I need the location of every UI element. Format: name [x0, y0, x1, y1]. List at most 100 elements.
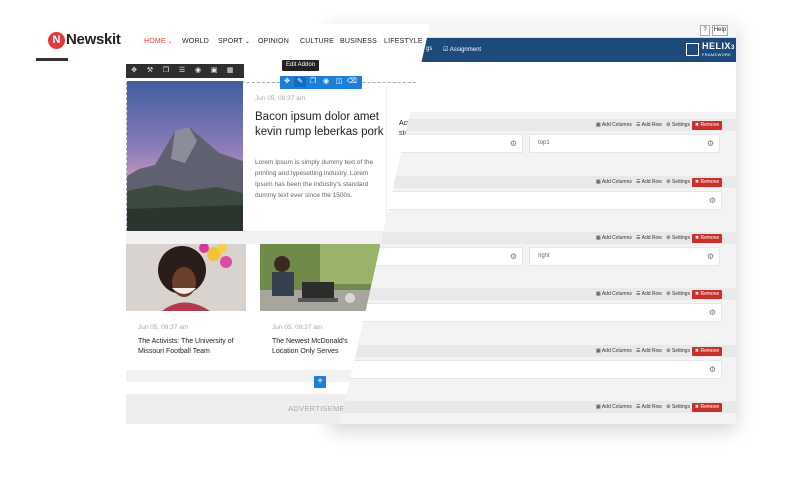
- menu-item-home[interactable]: HOME ⌄: [144, 38, 173, 45]
- layout-column[interactable]: right ⚙: [529, 247, 720, 266]
- chevron-down-icon: ⌄: [243, 39, 251, 45]
- layout-column[interactable]: ⚙: [332, 303, 722, 322]
- layout-icon[interactable]: ◫: [333, 77, 345, 87]
- remove-row-button[interactable]: ✖ Remove: [692, 290, 722, 299]
- settings-button[interactable]: ⚙ Settings: [666, 178, 690, 186]
- chevron-down-icon: ⌄: [165, 39, 173, 45]
- edit-addon-tooltip: Edit Addon: [282, 60, 320, 71]
- add-columns-button[interactable]: ▦ Add Columns: [596, 290, 632, 298]
- featured-image-mountain[interactable]: [127, 81, 243, 231]
- menu-item-lifestyle[interactable]: LIFESTYLE: [384, 38, 423, 45]
- settings-label: Settings: [671, 235, 690, 241]
- checkbox-icon: ☑: [443, 47, 449, 53]
- add-row-label: Add Row: [641, 122, 662, 128]
- add-row-button[interactable]: ☰ Add Row: [636, 403, 662, 411]
- gear-icon[interactable]: ⚙: [707, 252, 714, 261]
- card-date: Jun 05, 09:37 am: [138, 324, 189, 331]
- article-card[interactable]: Jun 05, 09:37 am The Activists: The Univ…: [126, 244, 246, 370]
- help-link[interactable]: Help: [712, 25, 728, 36]
- add-row-button[interactable]: ☰ Add Row: [636, 290, 662, 298]
- add-columns-label: Add Columns: [601, 235, 632, 241]
- featured-title[interactable]: Bacon ipsum dolor amet kevin rump leberk…: [255, 110, 385, 140]
- add-row-button[interactable]: ☰ Add Row: [636, 178, 662, 186]
- add-row-button[interactable]: +: [314, 376, 326, 388]
- layout-column[interactable]: ⚙: [332, 360, 722, 379]
- row-body: ⚙: [330, 300, 736, 330]
- settings-button[interactable]: ⚙ Settings: [666, 290, 690, 298]
- newskit-logo-text[interactable]: Newskit: [66, 31, 121, 48]
- paste-icon[interactable]: ☰: [176, 66, 188, 76]
- addon-toolbar: ✥ ✎ ❐ ◉ ◫ ⌫: [280, 76, 362, 89]
- laptop-photo: [260, 244, 380, 311]
- add-columns-label: Add Columns: [601, 404, 632, 410]
- newskit-logo-mark[interactable]: N: [48, 32, 65, 49]
- remove-row-button[interactable]: ✖ Remove: [692, 347, 722, 356]
- helix-logo-name: HELIX3: [702, 41, 735, 51]
- add-columns-label: Add Columns: [601, 122, 632, 128]
- add-columns-button[interactable]: ▦ Add Columns: [596, 234, 632, 242]
- gear-icon[interactable]: ⚙: [707, 139, 714, 148]
- settings-label: Settings: [671, 291, 690, 297]
- remove-row-button[interactable]: ✖ Remove: [692, 234, 722, 243]
- visibility-icon[interactable]: ◉: [320, 77, 332, 87]
- visibility-icon[interactable]: ◉: [192, 66, 204, 76]
- help-icon[interactable]: ?: [700, 25, 710, 36]
- copy-icon[interactable]: ❐: [160, 66, 172, 76]
- edit-pencil-icon[interactable]: ✎: [294, 77, 306, 87]
- delete-icon[interactable]: ▣: [208, 66, 220, 76]
- add-row-button[interactable]: ☰ Add Row: [636, 121, 662, 129]
- add-columns-button[interactable]: ▦ Add Columns: [596, 347, 632, 355]
- site-header: N Newskit HOME ⌄ WORLD SPORT ⌄ OPINION CULTU…: [36, 24, 430, 58]
- trash-icon[interactable]: ⌫: [346, 77, 358, 87]
- gear-icon[interactable]: ⚙: [709, 308, 716, 317]
- gear-icon[interactable]: ⚙: [709, 365, 716, 374]
- gear-icon[interactable]: ⚙: [510, 139, 517, 148]
- columns-icon[interactable]: ▦: [224, 66, 236, 76]
- remove-row-button[interactable]: ✖ Remove: [692, 403, 722, 412]
- add-columns-label: Add Columns: [601, 348, 632, 354]
- menu-item-world[interactable]: WORLD: [182, 38, 209, 45]
- settings-button[interactable]: ⚙ Settings: [666, 403, 690, 411]
- gear-icon[interactable]: ⚙: [709, 196, 716, 205]
- add-row-button[interactable]: ☰ Add Row: [636, 234, 662, 242]
- add-row-label: Add Row: [641, 348, 662, 354]
- card-title[interactable]: The Activists: The University of Missour…: [138, 337, 242, 357]
- add-columns-button[interactable]: ▦ Add Columns: [596, 121, 632, 129]
- menu-item-business[interactable]: BUSINESS: [340, 38, 377, 45]
- duplicate-icon[interactable]: ❐: [307, 77, 319, 87]
- move-icon[interactable]: ✥: [128, 66, 140, 76]
- settings-button[interactable]: ⚙ Settings: [666, 347, 690, 355]
- gear-icon[interactable]: ⚙: [510, 252, 517, 261]
- woman-photo: [126, 244, 246, 311]
- add-columns-button[interactable]: ▦ Add Columns: [596, 403, 632, 411]
- settings-label: Settings: [671, 404, 690, 410]
- settings-button[interactable]: ⚙ Settings: [666, 121, 690, 129]
- settings-label: Settings: [671, 348, 690, 354]
- menu-item-opinion[interactable]: OPINION: [258, 38, 289, 45]
- move-icon[interactable]: ✥: [281, 77, 293, 87]
- row-body: ⚙ right ⚙: [330, 244, 736, 274]
- row-body: ⚙: [330, 357, 736, 387]
- remove-label: Remove: [700, 122, 720, 128]
- helix-name: HELIX: [702, 41, 732, 51]
- helix-tagline: FRAMEWORK: [702, 52, 732, 57]
- layout-column[interactable]: top1 ⚙: [529, 134, 720, 153]
- menu-item-label: BUSINESS: [340, 38, 377, 45]
- nav-settings-fragment[interactable]: gs: [426, 46, 432, 52]
- remove-label: Remove: [700, 179, 720, 185]
- add-columns-label: Add Columns: [601, 179, 632, 185]
- menu-item-label: CULTURE: [300, 38, 334, 45]
- add-columns-button[interactable]: ▦ Add Columns: [596, 178, 632, 186]
- remove-label: Remove: [700, 348, 720, 354]
- menu-item-culture[interactable]: CULTURE: [300, 38, 334, 45]
- settings-button[interactable]: ⚙ Settings: [666, 234, 690, 242]
- nav-assignment-label: Assignment: [449, 47, 482, 53]
- add-columns-label: Add Columns: [601, 291, 632, 297]
- remove-row-button[interactable]: ✖ Remove: [692, 178, 722, 187]
- remove-row-button[interactable]: ✖ Remove: [692, 121, 722, 130]
- tools-icon[interactable]: ⚒: [144, 66, 156, 76]
- menu-item-label: SPORT: [218, 38, 243, 45]
- add-row-button[interactable]: ☰ Add Row: [636, 347, 662, 355]
- menu-item-sport[interactable]: SPORT ⌄: [218, 38, 250, 45]
- nav-assignment[interactable]: ☑ Assignment: [443, 46, 481, 53]
